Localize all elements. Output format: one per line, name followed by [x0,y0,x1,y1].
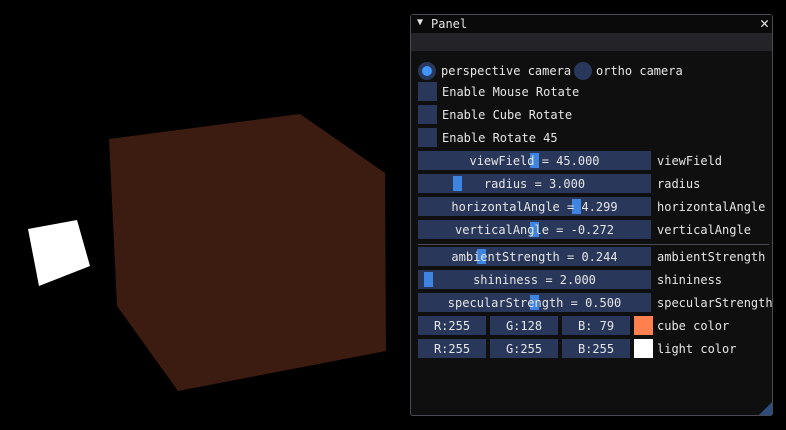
rotate-45-checkbox[interactable] [418,128,437,147]
light-color-g-field[interactable]: G:255 [490,339,558,358]
cube-color-g-field[interactable]: G:128 [490,316,558,335]
light-color-r-field[interactable]: R:255 [418,339,486,358]
cube-color-row: R:255 G:128 B: 79 cube color [418,316,772,336]
cube-color-b-field[interactable]: B: 79 [562,316,630,335]
radius-label: radius [657,177,701,191]
vertical-angle-label: verticalAngle [657,223,751,237]
cube-color-label: cube color [657,319,730,333]
specular-strength-label: specularStrength [657,296,773,310]
viewfield-row: viewField = 45.000 viewField [418,151,772,171]
rotate-45-row: Enable Rotate 45 [418,128,772,148]
cube-rotate-checkbox[interactable] [418,105,437,124]
close-icon[interactable]: ✕ [760,15,769,31]
shininess-slider[interactable]: shininess = 2.000 [418,270,651,289]
cube-color-r-field[interactable]: R:255 [418,316,486,335]
specular-strength-row: specularStrength = 0.500 specularStrengt… [418,293,773,313]
cube-color-b-value: B: 79 [577,319,615,333]
vertical-angle-value: verticalAngle = -0.272 [455,223,614,237]
panel-title: Panel [431,17,468,31]
perspective-camera-label: perspective camera [441,64,572,78]
viewfield-value: viewField = 45.000 [469,154,600,168]
radius-slider[interactable]: radius = 3.000 [418,174,651,193]
light-color-b-field[interactable]: B:255 [562,339,630,358]
light-color-row: R:255 G:255 B:255 light color [418,339,772,359]
separator [418,244,769,245]
mouse-rotate-label: Enable Mouse Rotate [442,85,580,99]
horizontal-angle-row: horizontalAngle = 4.299 horizontalAngle [418,197,772,217]
radius-row: radius = 3.000 radius [418,174,772,194]
camera-radio-group: perspective camera ortho camera [418,61,772,81]
light-color-g-value: G:255 [505,342,543,356]
shininess-label: shininess [657,273,723,287]
ortho-camera-radio[interactable] [574,62,592,80]
horizontal-angle-value: horizontalAngle = 4.299 [451,200,618,214]
shininess-row: shininess = 2.000 shininess [418,270,772,290]
shininess-value: shininess = 2.000 [473,273,596,287]
resize-grip[interactable] [759,402,772,415]
rotate-45-label: Enable Rotate 45 [442,131,558,145]
cube-rotate-label: Enable Cube Rotate [442,108,573,122]
ambient-strength-value: ambientStrength = 0.244 [451,250,618,264]
ambient-strength-row: ambientStrength = 0.244 ambientStrength [418,247,772,267]
vertical-angle-row: verticalAngle = -0.272 verticalAngle [418,220,772,240]
panel-titlebar[interactable]: ▼ Panel ✕ [411,15,772,33]
light-color-label: light color [657,342,737,356]
horizontal-angle-label: horizontalAngle [657,200,766,214]
cube-color-g-value: G:128 [505,319,543,333]
light-color-b-value: B:255 [577,342,615,356]
collapse-arrow-icon[interactable]: ▼ [417,17,423,28]
light-color-r-value: R:255 [433,342,471,356]
vertical-angle-slider[interactable]: verticalAngle = -0.272 [418,220,651,239]
viewfield-label: viewField [657,154,723,168]
cube [109,114,386,391]
mouse-rotate-row: Enable Mouse Rotate [418,82,772,102]
specular-strength-slider[interactable]: specularStrength = 0.500 [418,293,651,312]
cube-color-r-value: R:255 [433,319,471,333]
viewfield-slider[interactable]: viewField = 45.000 [418,151,651,170]
ambient-strength-label: ambientStrength [657,250,766,264]
radius-value: radius = 3.000 [483,177,586,191]
settings-panel: ▼ Panel ✕ perspective camera ortho camer… [410,14,773,416]
light-color-swatch[interactable] [634,339,653,358]
light-cube [28,220,90,286]
ambient-strength-slider[interactable]: ambientStrength = 0.244 [418,247,651,266]
cube-color-swatch[interactable] [634,316,653,335]
cube-rotate-row: Enable Cube Rotate [418,105,772,125]
perspective-camera-radio[interactable] [418,62,436,80]
horizontal-angle-slider[interactable]: horizontalAngle = 4.299 [418,197,651,216]
ortho-camera-label: ortho camera [596,64,683,78]
mouse-rotate-checkbox[interactable] [418,82,437,101]
panel-menubar [411,33,772,51]
specular-strength-value: specularStrength = 0.500 [447,296,622,310]
